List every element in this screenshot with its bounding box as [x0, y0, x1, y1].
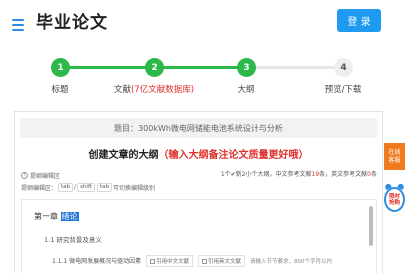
step-2-label-main: 文献	[113, 85, 131, 95]
menu-icon[interactable]	[12, 19, 24, 31]
step-2-circle[interactable]: 2	[145, 58, 164, 77]
help-icon[interactable]: ?	[21, 171, 28, 179]
cite-en-label: 引用英文文献	[208, 259, 242, 265]
cite-en-button[interactable]: 引用英文文献	[198, 255, 246, 267]
online-service-line1: 在线	[388, 148, 401, 156]
outline-editor[interactable]: 第一章 绪论 1.1 研究背景及意义 1.1.1 微电网发展概况与驱动因素 引用…	[21, 199, 377, 273]
step-4-circle[interactable]: 4	[334, 58, 353, 77]
subsection-title[interactable]: 1.1.1 微电网发展概况与驱动因素	[52, 258, 141, 265]
checkbox-icon	[150, 259, 156, 264]
page: 毕业论文 登 录 1 2 3 4 标题 文献(7亿文献数据库) 大纲 预览/下载…	[0, 0, 405, 273]
login-button[interactable]: 登 录	[337, 9, 381, 32]
stats-post: 条	[370, 171, 377, 178]
key-tab-2: tab	[96, 182, 112, 192]
section-line[interactable]: 1.1 研究背景及意义	[44, 234, 102, 244]
flash-sale-line2: 抢购	[388, 199, 400, 206]
cite-cn-label: 引用中文文献	[156, 259, 190, 265]
key-tab: tab	[58, 182, 74, 192]
key-shift: shift	[77, 182, 95, 192]
shortcut-suffix: 可切换编辑级别	[113, 184, 156, 192]
step-4-label: 预览/下载	[324, 85, 362, 95]
alarm-clock-icon: 限时 抢购	[384, 187, 405, 212]
page-title: 毕业论文	[36, 13, 108, 33]
online-service-button[interactable]: 在线 客服	[384, 143, 405, 170]
step-connector-3	[246, 66, 343, 69]
step-1-label: 标题	[51, 85, 69, 95]
flash-sale-button[interactable]: 限时 抢购	[384, 182, 405, 216]
subsection-line[interactable]: 1.1.1 微电网发展概况与驱动因素 引用中文文献 引用英文文献 请输入节节要求…	[52, 255, 332, 267]
chapter-title-selected[interactable]: 绪论	[60, 212, 79, 221]
outline-heading-note: （输入大纲备注论文质量更好哦）	[158, 150, 309, 161]
step-progress: 1 2 3 4 标题 文献(7亿文献数据库) 大纲 预览/下载	[0, 56, 405, 96]
chapter-prefix: 第一章	[34, 212, 58, 221]
cite-cn-button[interactable]: 引用中文文献	[146, 255, 194, 267]
checkbox-icon	[202, 259, 208, 264]
step-connector-2	[154, 66, 246, 69]
online-service-line2: 客服	[388, 156, 401, 164]
subsection-requirement-input[interactable]: 请输入节节要求，800个字符以内	[250, 259, 332, 265]
step-1-circle[interactable]: 1	[51, 58, 70, 77]
stats-pre: 1个✔新2小个大纲，中文参考文献	[220, 171, 312, 178]
step-2-label: 文献(7亿文献数据库)	[114, 83, 194, 95]
step-3-label: 大纲	[237, 85, 255, 95]
chapter-line[interactable]: 第一章 绪论	[34, 211, 79, 222]
step-connector-1	[60, 66, 154, 69]
outline-heading-main: 创建文章的大纲	[88, 150, 159, 161]
shortcut-prefix: 提纲编辑区：	[21, 184, 58, 192]
editor-header: ? 提纲编辑区 1个✔新2小个大纲，中文参考文献19条，英文参考文献0条 提纲编…	[21, 169, 377, 192]
editor-scrollbar[interactable]	[369, 206, 373, 246]
stats-mid: 条，英文参考文献	[319, 171, 368, 178]
outline-card: 题目：300kWh微电网储能电池系统设计与分析 创建文章的大纲（输入大纲备注论文…	[14, 111, 383, 273]
reference-stats: 1个✔新2小个大纲，中文参考文献19条，英文参考文献0条	[221, 169, 377, 178]
step-2-label-highlight: (7亿文献数据库)	[130, 85, 195, 95]
outline-heading: 创建文章的大纲（输入大纲备注论文质量更好哦）	[15, 146, 382, 161]
editor-area-label: 提纲编辑区	[30, 172, 61, 180]
cn-ref-count: 19	[311, 171, 320, 178]
topic-title: 题目：300kWh微电网储能电池系统设计与分析	[20, 118, 377, 138]
step-3-circle[interactable]: 3	[237, 58, 256, 77]
